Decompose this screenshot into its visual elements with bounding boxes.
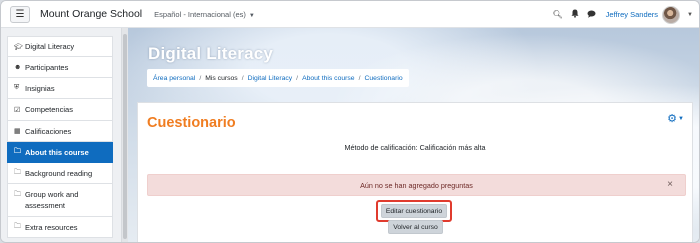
language-menu[interactable]: Español - Internacional (es) ▼ (154, 10, 255, 19)
chat-icon[interactable] (587, 10, 596, 20)
drawer-item-label: About this course (25, 147, 89, 157)
chevron-down-icon: ▼ (248, 12, 255, 19)
course-navigation-drawer: 🎓︎ Digital Literacy ☻ Participantes ⛨ Insig… (1, 28, 122, 242)
page-title: Cuestionario (147, 115, 236, 131)
site-name[interactable]: Mount Orange School (40, 8, 142, 20)
alert-message: Aún no se han agregado preguntas (360, 181, 473, 190)
drawer-item-label: Group work and assessment (25, 190, 79, 210)
drawer-item-label: Calificaciones (25, 126, 72, 136)
drawer-item-label: Background reading (25, 168, 93, 178)
breadcrumb: Área personal / Mis cursos / Digital Lit… (147, 69, 409, 87)
breadcrumb-course[interactable]: Digital Literacy (248, 75, 293, 82)
drawer-item-label: Extra resources (25, 222, 78, 232)
drawer-item-extra-resources[interactable]: 🗀︎ Extra resources (7, 217, 113, 238)
avatar[interactable] (662, 5, 681, 24)
top-navbar: ☰ Mount Orange School Español - Internac… (1, 1, 699, 28)
user-area: 🔍︎ Jeffrey Sanders ▼ (545, 1, 693, 28)
drawer-item-label: Competencias (25, 105, 73, 114)
bell-icon[interactable] (571, 9, 579, 20)
grading-method-text: Método de calificación: Calificación más… (344, 143, 486, 152)
drawer-item-participantes[interactable]: ☻ Participantes (7, 57, 113, 78)
drawer-item-about-this-course[interactable]: 🗀︎ About this course (7, 142, 113, 163)
drawer-item-label: Participantes (25, 62, 69, 72)
user-name[interactable]: Jeffrey Sanders (606, 10, 658, 19)
gear-icon[interactable]: ⚙▼ (667, 112, 684, 125)
drawer-item-competencias[interactable]: ☑ Competencias (7, 99, 113, 121)
drawer-item-label: Insignias (25, 83, 55, 93)
breadcrumb-home[interactable]: Área personal (153, 75, 195, 82)
no-questions-alert: Aún no se han agregado preguntas × (147, 174, 686, 196)
drawer-item-digital-literacy[interactable]: 🎓︎ Digital Literacy (7, 36, 113, 57)
edit-quiz-button[interactable]: Editar cuestionario (381, 204, 447, 218)
drawer-item-label: Digital Literacy (25, 42, 75, 51)
chevron-down-icon[interactable]: ▼ (687, 12, 693, 18)
breadcrumb-activity[interactable]: Cuestionario (364, 75, 402, 82)
shield-icon: ⛨ (14, 84, 20, 91)
quiz-card: Cuestionario ⚙▼ Método de calificación: … (137, 102, 693, 242)
breadcrumb-my-courses: Mis cursos (205, 74, 238, 82)
scrollbar-thumb[interactable] (123, 34, 127, 239)
drawer-item-calificaciones[interactable]: ▦ Calificaciones (7, 121, 113, 142)
table-icon: ▦ (14, 128, 21, 135)
folder-icon: 🗀︎ (14, 222, 21, 230)
drawer-item-insignias[interactable]: ⛨ Insignias (7, 78, 113, 99)
chevron-down-icon: ▼ (678, 116, 684, 123)
back-to-course-button[interactable]: Volver al curso (388, 220, 443, 234)
course-title: Digital Literacy (148, 44, 274, 63)
users-icon: ☻ (14, 63, 22, 71)
folder-icon: 🗀︎ (14, 147, 21, 155)
breadcrumb-separator: / (358, 74, 361, 82)
search-icon[interactable]: 🔍︎ (553, 10, 563, 19)
folder-icon: 🗀︎ (14, 191, 21, 198)
browser-frame: ☰ Mount Orange School Español - Internac… (0, 0, 700, 243)
breadcrumb-separator: / (296, 74, 299, 82)
language-label: Español - Internacional (es) (154, 9, 246, 19)
breadcrumb-separator: / (241, 74, 244, 82)
drawer-item-group-work[interactable]: 🗀︎ Group work and assessment (7, 184, 113, 217)
breadcrumb-separator: / (199, 74, 202, 82)
hamburger-icon[interactable]: ☰ (10, 5, 30, 23)
folder-icon: 🗀︎ (14, 168, 21, 176)
drawer-item-background-reading[interactable]: 🗀︎ Background reading (7, 163, 113, 184)
checkbox-icon: ☑ (14, 106, 21, 114)
breadcrumb-section[interactable]: About this course (302, 75, 355, 82)
close-icon[interactable]: × (667, 179, 673, 190)
graduation-cap-icon: 🎓︎ (14, 43, 23, 51)
